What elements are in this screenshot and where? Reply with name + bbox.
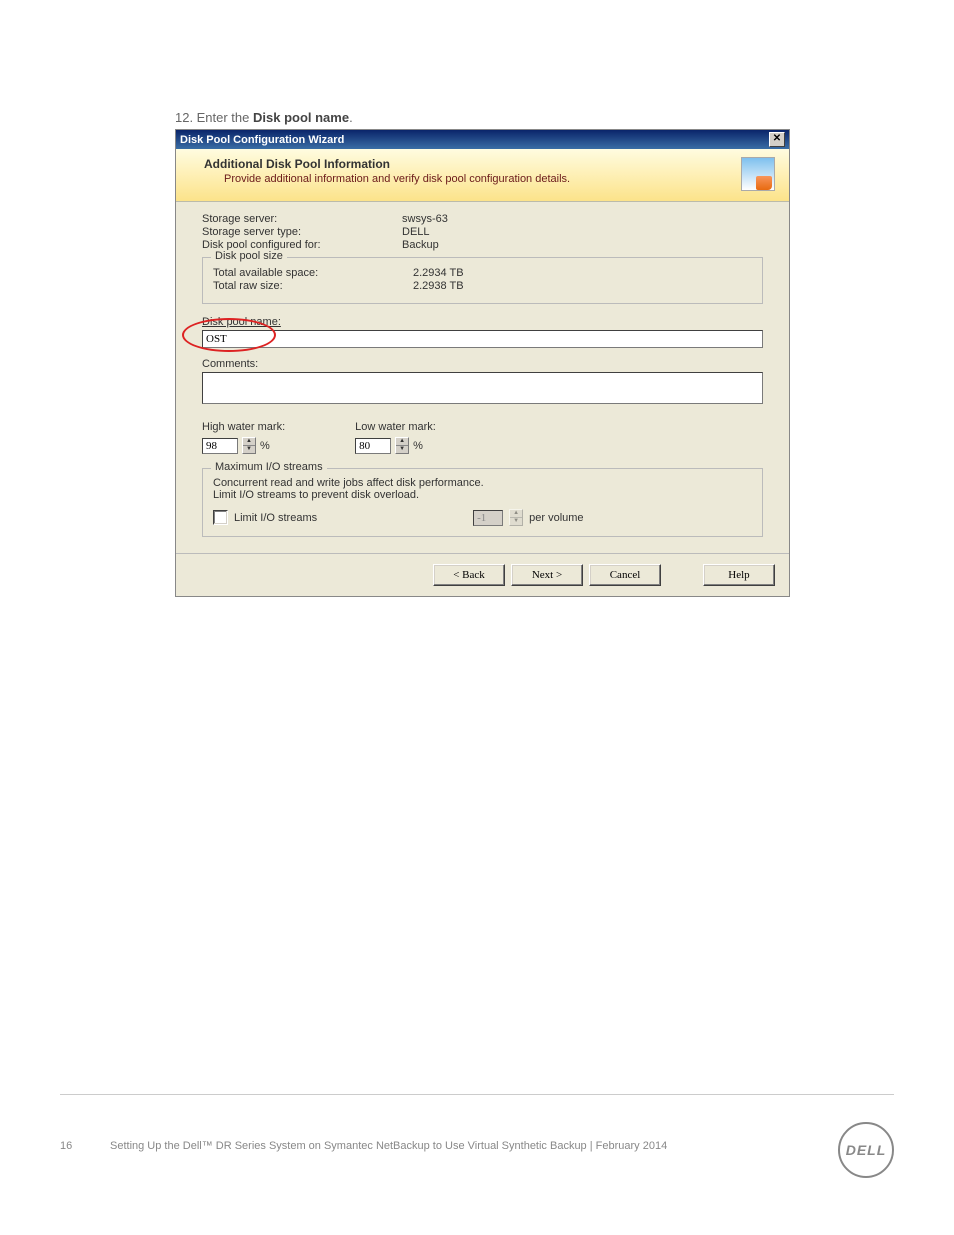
chevron-down-icon[interactable]: ▼ bbox=[396, 446, 408, 453]
next-button[interactable]: Next > bbox=[511, 564, 583, 586]
help-button[interactable]: Help bbox=[703, 564, 775, 586]
available-value: 2.2934 TB bbox=[413, 267, 464, 279]
available-label: Total available space: bbox=[213, 267, 413, 279]
pool-name-input[interactable] bbox=[202, 330, 763, 348]
io-unit: per volume bbox=[529, 512, 583, 524]
banner: Additional Disk Pool Information Provide… bbox=[176, 149, 789, 202]
io-streams-group: Maximum I/O streams Concurrent read and … bbox=[202, 468, 763, 537]
storage-type-label: Storage server type: bbox=[202, 226, 402, 238]
chevron-down-icon: ▼ bbox=[510, 518, 522, 525]
chevron-up-icon[interactable]: ▲ bbox=[396, 438, 408, 446]
page-footer: 16 Setting Up the Dell™ DR Series System… bbox=[60, 1140, 894, 1152]
step-bold: Disk pool name bbox=[253, 110, 349, 125]
low-mark-input[interactable] bbox=[355, 438, 391, 454]
chevron-up-icon: ▲ bbox=[510, 510, 522, 518]
banner-subtitle: Provide additional information and verif… bbox=[224, 173, 570, 185]
low-mark-unit: % bbox=[413, 440, 423, 452]
low-mark-spinner[interactable]: ▲▼ bbox=[395, 437, 409, 454]
limit-io-checkbox[interactable] bbox=[213, 510, 228, 525]
step-prefix: Enter the bbox=[197, 110, 253, 125]
banner-title: Additional Disk Pool Information bbox=[204, 157, 570, 171]
storage-server-value: swsys-63 bbox=[402, 213, 448, 225]
high-mark-label: High water mark: bbox=[202, 421, 285, 433]
window-title: Disk Pool Configuration Wizard bbox=[180, 134, 344, 146]
wizard-window: Disk Pool Configuration Wizard ✕ Additio… bbox=[175, 129, 790, 597]
io-legend: Maximum I/O streams bbox=[211, 461, 327, 473]
pool-name-label: Disk pool name: bbox=[202, 316, 763, 328]
high-mark-spinner[interactable]: ▲▼ bbox=[242, 437, 256, 454]
step-instruction: 12. Enter the Disk pool name. bbox=[175, 110, 894, 125]
page-number: 16 bbox=[60, 1140, 110, 1152]
high-mark-input[interactable] bbox=[202, 438, 238, 454]
comments-label: Comments: bbox=[202, 358, 763, 370]
close-icon[interactable]: ✕ bbox=[769, 132, 785, 147]
cancel-button[interactable]: Cancel bbox=[589, 564, 661, 586]
configured-for-value: Backup bbox=[402, 239, 439, 251]
size-legend: Disk pool size bbox=[211, 250, 287, 262]
chevron-up-icon[interactable]: ▲ bbox=[243, 438, 255, 446]
limit-io-label: Limit I/O streams bbox=[234, 512, 317, 524]
storage-server-label: Storage server: bbox=[202, 213, 402, 225]
raw-label: Total raw size: bbox=[213, 280, 413, 292]
comments-input[interactable] bbox=[202, 372, 763, 404]
button-bar: < Back Next > Cancel Help bbox=[176, 553, 789, 596]
footer-rule bbox=[60, 1094, 894, 1095]
io-desc: Concurrent read and write jobs affect di… bbox=[213, 477, 752, 501]
footer-text: Setting Up the Dell™ DR Series System on… bbox=[110, 1140, 667, 1152]
chevron-down-icon[interactable]: ▼ bbox=[243, 446, 255, 453]
titlebar: Disk Pool Configuration Wizard ✕ bbox=[176, 130, 789, 149]
dell-logo: DELL bbox=[838, 1122, 894, 1178]
raw-value: 2.2938 TB bbox=[413, 280, 464, 292]
high-mark-unit: % bbox=[260, 440, 270, 452]
low-mark-label: Low water mark: bbox=[355, 421, 436, 433]
disk-pool-size-group: Disk pool size Total available space: 2.… bbox=[202, 257, 763, 304]
back-button[interactable]: < Back bbox=[433, 564, 505, 586]
step-suffix: . bbox=[349, 110, 353, 125]
wizard-icon bbox=[741, 157, 775, 191]
io-value-input bbox=[473, 510, 503, 526]
step-number: 12. bbox=[175, 110, 193, 125]
storage-type-value: DELL bbox=[402, 226, 430, 238]
io-spinner: ▲▼ bbox=[509, 509, 523, 526]
